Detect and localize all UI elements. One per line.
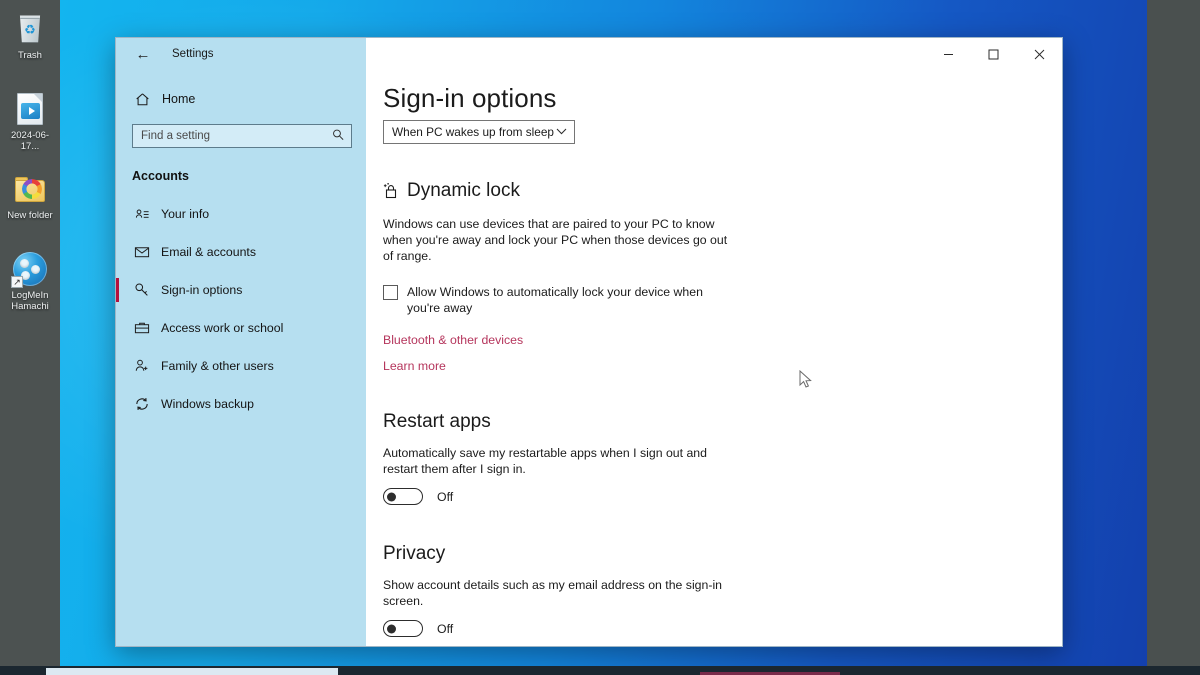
taskbar-start-region[interactable] bbox=[46, 668, 338, 675]
sidebar-item-access-work-or-school[interactable]: Access work or school bbox=[116, 309, 366, 347]
briefcase-icon bbox=[129, 320, 155, 336]
section-heading: Dynamic lock bbox=[407, 180, 520, 201]
restart-apps-toggle-state: Off bbox=[437, 489, 454, 504]
desktop-screen: ♻ Trash 2024-06-17... New folder ↗ LogMe… bbox=[0, 0, 1200, 675]
minimize-button[interactable] bbox=[926, 38, 971, 70]
settings-body: Sign-in options When PC wakes up from sl… bbox=[366, 70, 1062, 646]
desktop-icon-label: LogMeIn Hamachi bbox=[11, 290, 49, 312]
dropdown-value: When PC wakes up from sleep bbox=[392, 125, 554, 139]
dynamic-lock-icon bbox=[383, 182, 400, 201]
envelope-icon bbox=[129, 244, 155, 260]
learn-more-link[interactable]: Learn more bbox=[383, 359, 446, 373]
window-controls bbox=[926, 38, 1062, 70]
restart-apps-toggle-row: Off bbox=[383, 488, 1062, 505]
sidebar-item-label: Family & other users bbox=[161, 359, 274, 373]
recycle-bin-icon: ♻ bbox=[0, 8, 60, 50]
close-button[interactable] bbox=[1016, 38, 1062, 70]
desktop-icon-label: New folder bbox=[7, 210, 53, 221]
bluetooth-other-devices-link[interactable]: Bluetooth & other devices bbox=[383, 333, 523, 347]
dynamic-lock-heading-row: Dynamic lock bbox=[383, 180, 1062, 202]
sidebar-item-home[interactable]: Home bbox=[116, 82, 366, 116]
back-arrow-icon[interactable]: ← bbox=[128, 41, 158, 67]
sidebar-item-family-other-users[interactable]: Family & other users bbox=[116, 347, 366, 385]
settings-content-pane: Sign-in options When PC wakes up from sl… bbox=[366, 38, 1062, 646]
video-file-icon bbox=[0, 88, 60, 130]
require-signin-dropdown[interactable]: When PC wakes up from sleep bbox=[383, 120, 575, 144]
desktop-icon-label: Trash bbox=[18, 50, 42, 61]
shortcut-overlay-icon: ↗ bbox=[11, 276, 23, 288]
sidebar-item-label: Windows backup bbox=[161, 397, 254, 411]
key-icon bbox=[129, 282, 155, 298]
folder-icon bbox=[0, 168, 60, 210]
privacy-description: Show account details such as my email ad… bbox=[383, 578, 723, 608]
maximize-button[interactable] bbox=[971, 38, 1016, 70]
settings-sidebar: ← Settings Home Find a setting Accounts … bbox=[116, 38, 366, 646]
desktop-icon-new-folder[interactable]: New folder bbox=[0, 168, 60, 221]
search-box[interactable] bbox=[132, 124, 352, 148]
dynamic-lock-checkbox-row[interactable]: Allow Windows to automatically lock your… bbox=[383, 284, 735, 316]
section-heading-restart-apps: Restart apps bbox=[383, 411, 491, 432]
search-input[interactable] bbox=[133, 125, 351, 147]
privacy-toggle[interactable] bbox=[383, 620, 423, 637]
search-icon[interactable] bbox=[332, 129, 344, 144]
sidebar-item-windows-backup[interactable]: Windows backup bbox=[116, 385, 366, 423]
contact-card-icon bbox=[129, 207, 155, 222]
search-container bbox=[116, 116, 366, 148]
dynamic-lock-checkbox[interactable] bbox=[383, 285, 398, 300]
restart-apps-description: Automatically save my restartable apps w… bbox=[383, 446, 707, 476]
sidebar-item-label: Sign-in options bbox=[161, 283, 243, 297]
desktop-icon-video[interactable]: 2024-06-17... bbox=[0, 88, 60, 152]
person-add-icon bbox=[129, 358, 155, 374]
dynamic-lock-checkbox-label: Allow Windows to automatically lock your… bbox=[407, 285, 703, 315]
sidebar-item-label: Home bbox=[162, 92, 196, 106]
sidebar-nav-list: Your info Email & accounts Sign-in optio… bbox=[116, 195, 366, 423]
restart-apps-toggle[interactable] bbox=[383, 488, 423, 505]
sidebar-item-label: Email & accounts bbox=[161, 245, 257, 259]
home-icon bbox=[128, 92, 156, 107]
privacy-toggle-row: Off bbox=[383, 620, 1062, 637]
privacy-toggle-state: Off bbox=[437, 621, 454, 636]
desktop-icon-label: 2024-06-17... bbox=[10, 130, 50, 152]
sidebar-item-label: Your info bbox=[161, 207, 210, 221]
sidebar-item-your-info[interactable]: Your info bbox=[116, 195, 366, 233]
dynamic-lock-description: Windows can use devices that are paired … bbox=[383, 217, 728, 263]
app-title: Settings bbox=[172, 48, 214, 60]
settings-window: ← Settings Home Find a setting Accounts … bbox=[115, 37, 1063, 647]
sidebar-item-sign-in-options[interactable]: Sign-in options bbox=[116, 271, 366, 309]
desktop-icon-logmein-hamachi[interactable]: ↗ LogMeIn Hamachi bbox=[0, 248, 60, 312]
sidebar-section-title: Accounts bbox=[132, 169, 189, 183]
taskbar[interactable] bbox=[0, 666, 1200, 675]
sidebar-item-email-accounts[interactable]: Email & accounts bbox=[116, 233, 366, 271]
page-title: Sign-in options bbox=[383, 83, 557, 113]
sidebar-item-label: Access work or school bbox=[161, 321, 284, 335]
sync-refresh-icon bbox=[129, 396, 155, 412]
desktop-icon-trash[interactable]: ♻ Trash bbox=[0, 8, 60, 61]
section-heading-privacy: Privacy bbox=[383, 543, 446, 564]
desktop-icon-strip: ♻ Trash 2024-06-17... New folder ↗ LogMe… bbox=[0, 0, 60, 675]
chevron-down-icon bbox=[556, 127, 567, 137]
window-titlebar-left: ← Settings bbox=[116, 38, 366, 70]
hamachi-shortcut-icon: ↗ bbox=[0, 248, 60, 290]
